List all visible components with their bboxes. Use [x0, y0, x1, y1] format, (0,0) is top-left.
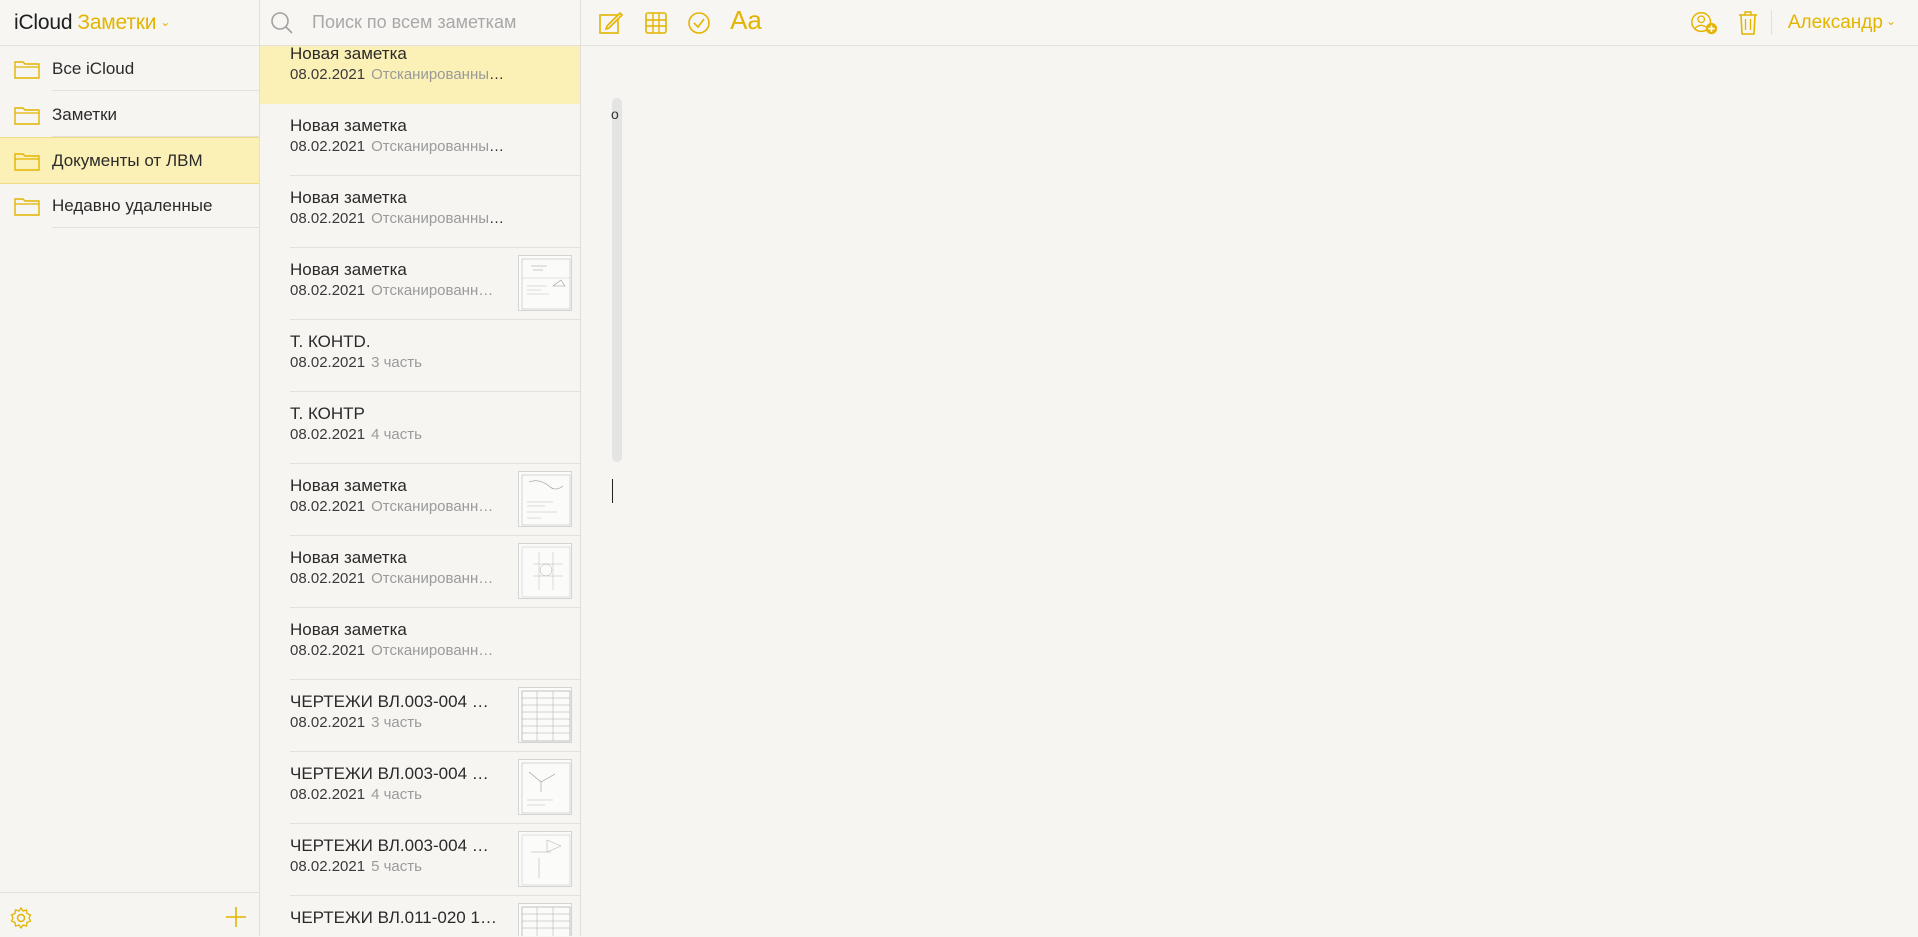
note-title: Т. КОНТD.: [290, 332, 371, 351]
note-thumbnail: [518, 687, 572, 743]
note-title: ЧЕРТЕЖИ ВЛ.003-004 …: [290, 764, 489, 783]
note-snippet: Отсканированн…: [371, 498, 494, 515]
list-item[interactable]: Новая заметка 08.02.2021 Отсканированн…: [260, 608, 580, 680]
note-thumbnail: [518, 471, 572, 527]
sidebar-item-label: Заметки: [52, 105, 118, 124]
add-person-icon[interactable]: [1690, 9, 1718, 37]
note-title: Новая заметка: [290, 476, 407, 495]
note-date: 08.02.2021: [290, 498, 366, 515]
search-icon: [271, 12, 293, 34]
user-name: Александр: [1787, 12, 1883, 33]
list-item[interactable]: Новая заметка 08.02.2021 Отсканированн…: [260, 464, 580, 536]
note-title: ЧЕРТЕЖИ ВЛ.003-004 …: [290, 692, 489, 711]
note-title: ЧЕРТЕЖИ ВЛ.011-020 1…: [290, 908, 497, 927]
note-snippet: 4 часть: [371, 426, 422, 443]
note-thumbnail: [518, 831, 572, 887]
search-input[interactable]: [312, 10, 562, 34]
note-date: 08.02.2021: [290, 714, 366, 731]
list-item[interactable]: ЧЕРТЕЖИ ВЛ.003-004 … 08.02.2021 3 часть: [260, 680, 580, 752]
note-thumbnail: [518, 255, 572, 311]
note-snippet: Отсканированн…: [371, 282, 494, 299]
note-snippet: Отсканированных док…: [371, 210, 510, 227]
note-title: ЧЕРТЕЖИ ВЛ.003-004 …: [290, 836, 489, 855]
note-title: Новая заметка: [290, 548, 407, 567]
note-title: Т. КОНТР: [290, 404, 365, 423]
chevron-down-icon: ⌄: [1885, 14, 1896, 28]
list-item[interactable]: Новая заметка 08.02.2021 Отсканированных …: [260, 104, 580, 176]
note-snippet: 5 часть: [371, 858, 422, 875]
note-thumbnail: [518, 759, 572, 815]
chevron-down-icon: ⌄: [160, 15, 171, 29]
sidebar-item-notes[interactable]: Заметки: [0, 92, 259, 137]
settings-icon[interactable]: [9, 906, 33, 930]
add-folder-icon[interactable]: [224, 905, 248, 929]
format-text-button[interactable]: Aa: [728, 5, 764, 35]
list-item[interactable]: Новая заметка 08.02.2021 Отсканированных …: [260, 176, 580, 248]
note-title: Новая заметка: [290, 260, 407, 279]
toolbar-divider: [1771, 10, 1772, 35]
search-box[interactable]: [260, 0, 580, 45]
note-date: 08.02.2021: [290, 642, 366, 659]
note-title: Новая заметка: [290, 620, 407, 639]
compose-icon[interactable]: [597, 9, 625, 37]
note-date: 08.02.2021: [290, 426, 366, 443]
text-caret: [612, 479, 613, 503]
sidebar-item-all-icloud[interactable]: Все iCloud: [0, 46, 259, 91]
folder-icon: [14, 198, 40, 216]
list-item[interactable]: Новая заметка 08.02.2021 Отсканированн…: [260, 248, 580, 320]
note-title: Новая заметка: [290, 46, 407, 63]
list-item[interactable]: ЧЕРТЕЖИ ВЛ.003-004 … 08.02.2021 5 часть: [260, 824, 580, 896]
note-date: 08.02.2021: [290, 210, 366, 227]
note-date: 08.02.2021: [290, 66, 366, 83]
note-snippet: 4 часть: [371, 786, 422, 803]
user-menu[interactable]: Александр ⌄: [1788, 12, 1896, 34]
list-item[interactable]: ЧЕРТЕЖИ ВЛ.011-020 1…: [260, 896, 580, 936]
note-date: 08.02.2021: [290, 282, 366, 299]
note-date: 08.02.2021: [290, 786, 366, 803]
brand-icloud: iCloud: [14, 11, 73, 34]
note-thumbnail: [518, 903, 572, 936]
note-date: 08.02.2021: [290, 354, 366, 371]
note-date: 08.02.2021: [290, 858, 366, 875]
folder-icon: [14, 61, 40, 79]
top-bar: iCloudЗаметки⌄ Aa Александр⌄: [0, 0, 1918, 46]
note-title: Новая заметка: [290, 116, 407, 135]
list-item[interactable]: Т. КОНТР 08.02.2021 4 часть: [260, 392, 580, 464]
note-snippet: 3 часть: [371, 354, 422, 371]
note-thumbnail: [518, 543, 572, 599]
trash-icon[interactable]: [1734, 9, 1762, 37]
brand-app-name: Заметки: [77, 11, 157, 34]
list-item[interactable]: Т. КОНТD. 08.02.2021 3 часть: [260, 320, 580, 392]
note-list: Новая заметка 08.02.2021 Отсканированных …: [260, 46, 580, 936]
note-date: 08.02.2021: [290, 138, 366, 155]
list-item[interactable]: Новая заметка 08.02.2021 Отсканированных …: [260, 46, 580, 104]
note-snippet: Отсканированн…: [371, 642, 494, 659]
scroll-indicator-text: o: [611, 106, 619, 122]
list-item[interactable]: ЧЕРТЕЖИ ВЛ.003-004 … 08.02.2021 4 часть: [260, 752, 580, 824]
sidebar-item-label: Все iCloud: [52, 59, 135, 78]
table-icon[interactable]: [642, 9, 670, 37]
folder-icon: [14, 153, 40, 171]
checklist-icon[interactable]: [685, 9, 713, 37]
note-date: 08.02.2021: [290, 570, 366, 587]
sidebar-item-recently-deleted[interactable]: Недавно удаленные: [0, 183, 259, 228]
sidebar: Все iCloud Заметки Документы от ЛВМ Неда…: [0, 46, 259, 936]
note-editor[interactable]: o: [581, 46, 1918, 936]
note-snippet: Отсканированных док…: [371, 66, 510, 83]
note-snippet: Отсканированн…: [371, 570, 494, 587]
sidebar-item-label: Документы от ЛВМ: [52, 151, 203, 170]
scrollbar[interactable]: [612, 98, 622, 462]
sidebar-item-documents-lvm[interactable]: Документы от ЛВМ: [0, 137, 259, 184]
note-snippet: Отсканированных док…: [371, 138, 510, 155]
sidebar-footer: [0, 892, 259, 937]
list-item[interactable]: Новая заметка 08.02.2021 Отсканированн…: [260, 536, 580, 608]
sidebar-item-label: Недавно удаленные: [52, 196, 213, 215]
folder-icon: [14, 107, 40, 125]
app-switcher[interactable]: iCloud Заметки ⌄: [14, 11, 170, 35]
note-snippet: 3 часть: [371, 714, 422, 731]
note-title: Новая заметка: [290, 188, 407, 207]
